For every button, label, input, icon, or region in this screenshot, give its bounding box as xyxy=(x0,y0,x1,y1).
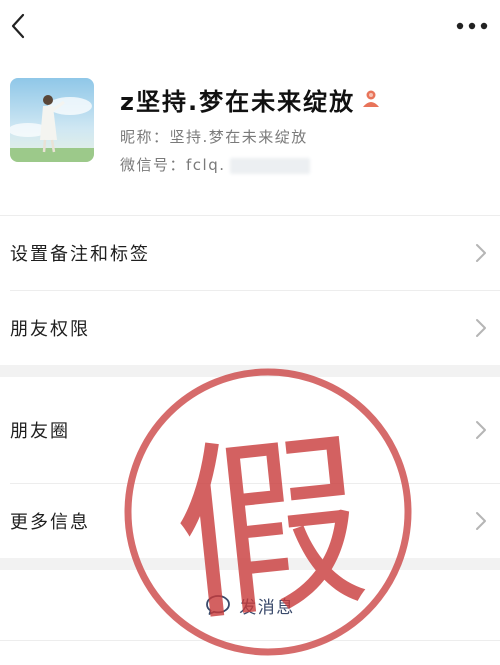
row-friend-permissions[interactable]: 朋友权限 xyxy=(0,291,500,365)
back-chevron-icon xyxy=(11,13,25,39)
nickname: 昵称：坚持.梦在未来绽放 xyxy=(120,128,308,146)
row-moments-label: 朋友圈 xyxy=(10,421,70,442)
row-friend-permissions-label: 朋友权限 xyxy=(10,319,90,340)
chevron-right-icon xyxy=(476,244,486,262)
wechat-id: 微信号：fclq. xyxy=(120,154,310,175)
row-remarks-tags[interactable]: 设置备注和标签 xyxy=(0,216,500,290)
wechat-id-text: 微信号：fclq. xyxy=(120,156,226,174)
person-badge-icon xyxy=(361,86,381,114)
redacted-id-block xyxy=(229,157,310,174)
avatar-image xyxy=(10,78,94,162)
row-more-info-label: 更多信息 xyxy=(10,512,90,533)
send-message-label: 发消息 xyxy=(239,597,295,618)
row-remarks-tags-label: 设置备注和标签 xyxy=(10,244,150,265)
chat-bubble-icon xyxy=(206,595,231,615)
contact-profile-screen: z坚持.梦在未来绽放 昵称：坚持.梦在未来绽放 微信号：fclq. 设置备注和标… xyxy=(0,0,500,665)
display-name: z坚持.梦在未来绽放 xyxy=(120,82,381,117)
more-button[interactable] xyxy=(452,12,492,40)
section-gap xyxy=(0,365,500,377)
chevron-right-icon xyxy=(476,421,486,439)
row-moments[interactable]: 朋友圈 xyxy=(0,377,500,483)
display-name-text: z坚持.梦在未来绽放 xyxy=(120,88,356,116)
section-gap xyxy=(0,558,500,570)
top-bar xyxy=(0,0,500,56)
divider xyxy=(0,640,500,641)
chevron-right-icon xyxy=(476,512,486,530)
send-message-button[interactable]: 发消息 xyxy=(0,575,500,635)
chevron-right-icon xyxy=(476,319,486,337)
avatar[interactable] xyxy=(10,78,94,162)
profile-header: z坚持.梦在未来绽放 昵称：坚持.梦在未来绽放 微信号：fclq. xyxy=(0,56,500,216)
more-dots-icon xyxy=(456,22,488,30)
back-button[interactable] xyxy=(4,8,32,44)
row-more-info[interactable]: 更多信息 xyxy=(0,484,500,558)
